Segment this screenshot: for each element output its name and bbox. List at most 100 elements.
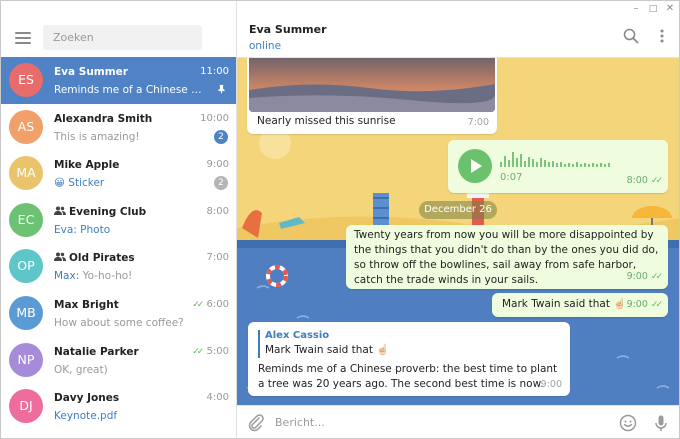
avatar: OP xyxy=(9,249,43,284)
pin-icon xyxy=(216,84,227,98)
chat-name: Natalie Parker xyxy=(54,345,139,358)
double-check-icon: ✓✓ xyxy=(650,272,663,282)
chat-time: ✓✓ 6:00 xyxy=(192,299,229,310)
chat-preview-text: Yo-ho-ho! xyxy=(82,270,133,283)
chat-preview: OK, great) xyxy=(54,363,108,376)
avatar: DJ xyxy=(9,389,43,424)
menu-icon[interactable] xyxy=(15,32,31,44)
chat-item-mike-apple[interactable]: MA Mike Apple 9:00 😀 Sticker 2 xyxy=(1,150,236,197)
chat-item-alexandra-smith[interactable]: AS Alexandra Smith 10:00 This is amazing… xyxy=(1,104,236,151)
message-text: Twenty years from now you will be more d… xyxy=(354,229,659,286)
message-time: 9:00 ✓✓ xyxy=(626,297,663,313)
chat-time-text: 5:00 xyxy=(206,345,229,357)
chat-name-text: Old Pirates xyxy=(69,252,135,265)
chat-name: Max Bright xyxy=(54,298,119,311)
message-text: Reminds me of a Chinese proverb: the bes… xyxy=(258,363,558,390)
chat-name: Evening Club xyxy=(54,206,146,218)
double-check-icon: ✓✓ xyxy=(650,300,663,310)
avatar: MB xyxy=(9,295,43,330)
sunrise-photo[interactable] xyxy=(249,58,495,112)
microphone-icon[interactable] xyxy=(651,413,671,433)
chat-time-text: 6:00 xyxy=(206,298,229,310)
search-icon[interactable] xyxy=(622,27,640,45)
chat-time: 9:00 xyxy=(206,159,229,171)
chat-preview: Keynote.pdf xyxy=(54,410,118,423)
chat-preview: 😀 Sticker xyxy=(54,177,206,189)
chat-item-evening-club[interactable]: EC Evening Club 8:00 Eva: Photo xyxy=(1,197,236,244)
chat-time: 10:00 xyxy=(200,112,229,124)
attach-icon[interactable] xyxy=(246,413,266,433)
avatar: ES xyxy=(9,63,43,97)
chat-time: 11:00 xyxy=(200,66,229,77)
message-text: Mark Twain said that xyxy=(502,298,610,310)
message-time: 9:00 xyxy=(540,379,562,390)
reply-message[interactable]: Alex Cassio Mark Twain said that ☝🏻 Remi… xyxy=(248,322,570,396)
chat-time: ✓✓ 5:00 xyxy=(192,346,229,357)
chat-preview: How about some coffee? xyxy=(54,316,184,329)
minimize-button[interactable]: – xyxy=(629,2,643,16)
close-button[interactable]: ✕ xyxy=(663,2,677,16)
chat-preview: This is amazing! xyxy=(54,130,140,143)
chat-preview-text: Sticker xyxy=(68,177,105,190)
preview-sender: Max: xyxy=(54,270,80,283)
voice-message[interactable]: 0:07 8:00 ✓✓ xyxy=(448,140,668,193)
double-check-icon: ✓✓ xyxy=(192,346,204,357)
emoji-icon[interactable] xyxy=(618,413,638,433)
group-icon xyxy=(54,206,66,218)
reply-author[interactable]: Alex Cassio xyxy=(265,328,329,343)
chat-list: ES Eva Summer 11:00 Reminds me of a Chin… xyxy=(1,57,236,430)
voice-duration: 0:07 xyxy=(500,172,523,183)
pointing-up-emoji: ☝🏻 xyxy=(613,298,627,310)
photo-message[interactable]: Nearly missed this sunrise 7:00 xyxy=(247,58,497,134)
chat-preview-text: Photo xyxy=(80,223,111,236)
avatar: NP xyxy=(9,342,43,377)
chat-item-max-bright[interactable]: MB Max Bright ✓✓ 6:00 How about some cof… xyxy=(1,290,236,337)
chat-preview: Max: Yo-ho-ho! xyxy=(54,270,206,282)
message-bubble[interactable]: Mark Twain said that ☝🏻 9:00 ✓✓ xyxy=(492,293,668,317)
double-check-icon: ✓✓ xyxy=(192,299,204,310)
chat-item-old-pirates[interactable]: OP Old Pirates 7:00 Max: Yo-ho-ho! xyxy=(1,243,236,290)
message-time: 7:00 xyxy=(467,117,489,128)
date-divider: December 26 xyxy=(419,201,497,219)
chat-preview: Eva: Photo xyxy=(54,224,206,236)
search-input[interactable] xyxy=(43,25,202,50)
contact-status: online xyxy=(249,40,282,52)
play-icon[interactable] xyxy=(458,149,492,183)
group-icon xyxy=(54,252,66,264)
chat-time: 8:00 xyxy=(206,205,229,217)
composer xyxy=(237,405,679,438)
chat-item-eva-summer[interactable]: ES Eva Summer 11:00 Reminds me of a Chin… xyxy=(1,57,236,104)
message-time: 8:00 ✓✓ xyxy=(627,173,663,189)
chat-item-davy-jones[interactable]: DJ Davy Jones 4:00 Keynote.pdf xyxy=(1,383,236,430)
message-area: Nearly missed this sunrise 7:00 0:07 8:0… xyxy=(237,58,679,405)
pointing-up-emoji: ☝🏻 xyxy=(376,344,390,356)
maximize-button[interactable]: □ xyxy=(646,2,660,16)
sticker-emoji: 😀 xyxy=(54,177,65,190)
reply-quoted[interactable]: Mark Twain said that ☝🏻 xyxy=(265,343,389,358)
avatar: MA xyxy=(9,156,43,191)
message-time-text: 9:00 xyxy=(626,299,648,310)
chat-name: Eva Summer xyxy=(54,66,128,78)
chat-header: Eva Summer online xyxy=(237,18,679,58)
chat-time: 7:00 xyxy=(206,252,229,264)
double-check-icon: ✓✓ xyxy=(650,176,663,186)
chat-time: 4:00 xyxy=(206,392,229,404)
chat-preview: Reminds me of a Chinese prove... xyxy=(54,84,206,96)
avatar: AS xyxy=(9,109,43,144)
avatar: EC xyxy=(9,202,43,237)
chat-name: Davy Jones xyxy=(54,392,120,405)
chat-name-text: Evening Club xyxy=(69,205,147,218)
more-vert-icon[interactable] xyxy=(653,27,671,45)
sidebar: ES Eva Summer 11:00 Reminds me of a Chin… xyxy=(1,1,237,438)
message-bubble[interactable]: Twenty years from now you will be more d… xyxy=(346,225,668,289)
contact-name[interactable]: Eva Summer xyxy=(249,23,327,36)
chat-name: Old Pirates xyxy=(54,252,135,264)
unread-badge: 2 xyxy=(214,129,228,144)
app-window: ES Eva Summer 11:00 Reminds me of a Chin… xyxy=(0,0,680,439)
voice-waveform[interactable] xyxy=(500,150,620,168)
message-time: 9:00 ✓✓ xyxy=(627,269,663,285)
reply-bar xyxy=(258,330,260,358)
chat-item-natalie-parker[interactable]: NP Natalie Parker ✓✓ 5:00 OK, great) xyxy=(1,337,236,384)
message-input[interactable] xyxy=(275,412,605,432)
chat-name: Alexandra Smith xyxy=(54,112,153,125)
